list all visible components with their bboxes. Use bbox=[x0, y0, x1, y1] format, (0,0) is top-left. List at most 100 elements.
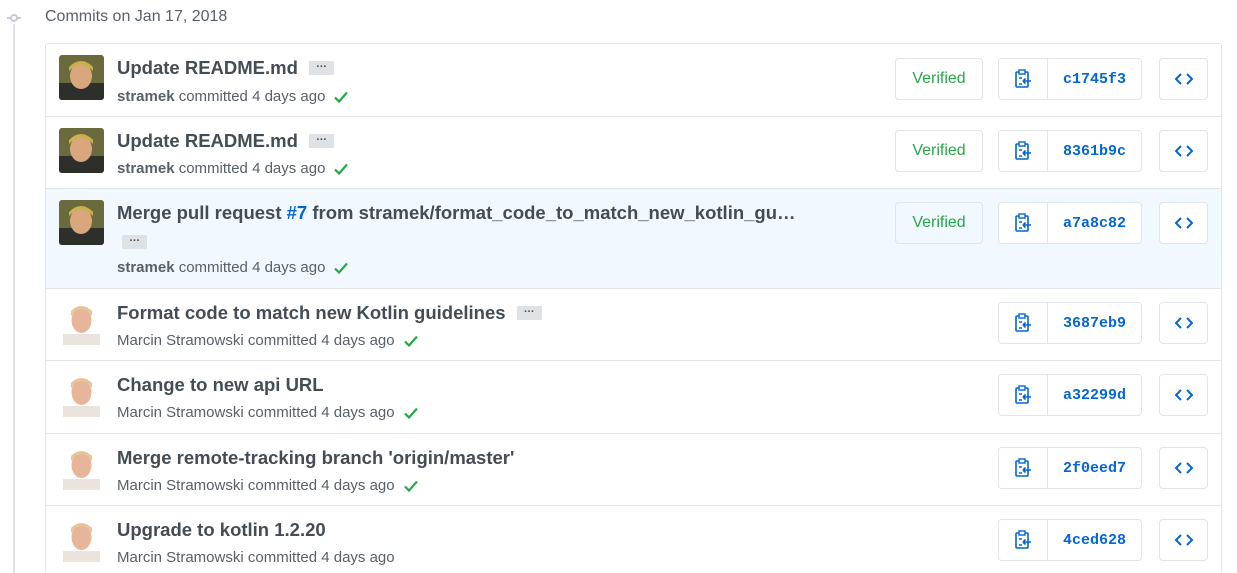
commit-sha-link[interactable]: a7a8c82 bbox=[1048, 203, 1141, 243]
commit-title: Update README.md … bbox=[117, 57, 334, 79]
commit-row: Change to new api URL Marcin Stramowski … bbox=[46, 361, 1221, 434]
copy-sha-button[interactable] bbox=[999, 303, 1048, 343]
sha-button-group: 3687eb9 bbox=[998, 302, 1142, 344]
check-icon[interactable] bbox=[403, 480, 418, 492]
commit-time: committed 4 days ago bbox=[247, 477, 395, 494]
verified-badge[interactable]: Verified bbox=[895, 202, 983, 244]
commit-message-link[interactable]: Merge remote-tracking branch 'origin/mas… bbox=[117, 447, 514, 469]
code-icon bbox=[1174, 317, 1193, 329]
avatar-marcin-stramowski[interactable] bbox=[59, 445, 104, 490]
sha-button-group: a7a8c82 bbox=[998, 202, 1142, 244]
sha-button-group: 4ced628 bbox=[998, 519, 1142, 561]
browse-files-button[interactable] bbox=[1159, 447, 1208, 489]
expand-ellipsis-button[interactable]: … bbox=[308, 132, 334, 148]
copy-sha-button[interactable] bbox=[999, 203, 1048, 243]
commit-author-link[interactable]: stramek bbox=[117, 160, 175, 177]
commit-time: committed 4 days ago bbox=[178, 259, 326, 276]
copy-sha-button[interactable] bbox=[999, 59, 1048, 99]
sha-button-group: a32299d bbox=[998, 374, 1142, 416]
copy-sha-button[interactable] bbox=[999, 131, 1048, 171]
code-icon bbox=[1174, 462, 1193, 474]
check-icon[interactable] bbox=[334, 163, 349, 175]
avatar-marcin-stramowski[interactable] bbox=[59, 372, 104, 417]
browse-files-button[interactable] bbox=[1159, 202, 1208, 244]
commit-group-title: Commits on Jan 17, 2018 bbox=[45, 8, 228, 25]
commit-message-link[interactable]: Format code to match new Kotlin guidelin… bbox=[117, 302, 506, 324]
clipboard-icon bbox=[1015, 530, 1031, 549]
avatar-stramek[interactable] bbox=[59, 128, 104, 173]
code-icon bbox=[1174, 145, 1193, 157]
browse-files-button[interactable] bbox=[1159, 58, 1208, 100]
commit-sha-link[interactable]: 4ced628 bbox=[1048, 520, 1141, 560]
commit-sha-link[interactable]: 3687eb9 bbox=[1048, 303, 1141, 343]
commit-title: Format code to match new Kotlin guidelin… bbox=[117, 302, 542, 324]
commit-title: Merge pull request #7 from stramek/forma… bbox=[117, 202, 796, 224]
check-icon[interactable] bbox=[334, 262, 349, 274]
code-icon bbox=[1174, 534, 1193, 546]
clipboard-icon bbox=[1015, 385, 1031, 404]
avatar-photo-icon bbox=[59, 200, 104, 245]
commit-author-link[interactable]: stramek bbox=[117, 88, 175, 105]
commit-author-link[interactable]: stramek bbox=[117, 259, 175, 276]
browse-files-button[interactable] bbox=[1159, 374, 1208, 416]
commit-message-prefix[interactable]: Merge pull request bbox=[117, 202, 287, 224]
commit-time: committed 4 days ago bbox=[247, 404, 395, 421]
commit-list: Update README.md … stramek committed 4 d… bbox=[45, 43, 1222, 573]
avatar-photo-icon bbox=[59, 517, 104, 562]
commit-message-suffix[interactable]: from stramek/format_code_to_match_new_ko… bbox=[307, 202, 795, 224]
sha-button-group: 8361b9c bbox=[998, 130, 1142, 172]
browse-files-button[interactable] bbox=[1159, 130, 1208, 172]
commit-time: committed 4 days ago bbox=[178, 160, 326, 177]
pull-request-link[interactable]: #7 bbox=[287, 202, 308, 224]
commit-title: Merge remote-tracking branch 'origin/mas… bbox=[117, 447, 514, 469]
commit-sha-link[interactable]: c1745f3 bbox=[1048, 59, 1141, 99]
avatar-stramek[interactable] bbox=[59, 55, 104, 100]
expand-ellipsis-button[interactable]: … bbox=[122, 233, 147, 249]
commit-sha-link[interactable]: 8361b9c bbox=[1048, 131, 1141, 171]
timeline-rail bbox=[13, 24, 15, 573]
expand-ellipsis-button[interactable]: … bbox=[516, 304, 542, 320]
check-icon[interactable] bbox=[334, 91, 349, 103]
expand-ellipsis-button[interactable]: … bbox=[308, 59, 334, 75]
commit-sha-link[interactable]: a32299d bbox=[1048, 375, 1141, 415]
code-icon bbox=[1174, 389, 1193, 401]
commit-sha-link[interactable]: 2f0eed7 bbox=[1048, 448, 1141, 488]
commits-page: Commits on Jan 17, 2018 Update README.md… bbox=[0, 0, 1237, 573]
avatar-marcin-stramowski[interactable] bbox=[59, 517, 104, 562]
copy-sha-button[interactable] bbox=[999, 448, 1048, 488]
commit-title: Change to new api URL bbox=[117, 374, 324, 396]
avatar-photo-icon bbox=[59, 445, 104, 490]
commit-message-link[interactable]: Upgrade to kotlin 1.2.20 bbox=[117, 519, 326, 541]
clipboard-icon bbox=[1015, 69, 1031, 88]
commit-message-link[interactable]: Update README.md bbox=[117, 57, 298, 79]
browse-files-button[interactable] bbox=[1159, 519, 1208, 561]
avatar-photo-icon bbox=[59, 128, 104, 173]
verified-badge[interactable]: Verified bbox=[895, 130, 983, 172]
commit-title: Update README.md … bbox=[117, 130, 334, 152]
commit-row: Upgrade to kotlin 1.2.20 Marcin Stramows… bbox=[46, 506, 1221, 573]
avatar-photo-icon bbox=[59, 300, 104, 345]
avatar-marcin-stramowski[interactable] bbox=[59, 300, 104, 345]
commit-message-link[interactable]: Update README.md bbox=[117, 130, 298, 152]
commit-row: Merge remote-tracking branch 'origin/mas… bbox=[46, 434, 1221, 506]
copy-sha-button[interactable] bbox=[999, 520, 1048, 560]
clipboard-icon bbox=[1015, 458, 1031, 477]
avatar-stramek[interactable] bbox=[59, 200, 104, 245]
commit-row: Update README.md … stramek committed 4 d… bbox=[46, 44, 1221, 117]
verified-badge[interactable]: Verified bbox=[895, 58, 983, 100]
commit-row: Format code to match new Kotlin guidelin… bbox=[46, 289, 1221, 361]
commit-time: committed 4 days ago bbox=[247, 549, 395, 566]
sha-button-group: c1745f3 bbox=[998, 58, 1142, 100]
commit-row: Merge pull request #7 from stramek/forma… bbox=[46, 189, 1221, 289]
commit-message-link[interactable]: Change to new api URL bbox=[117, 374, 324, 396]
commit-author-name: Marcin Stramowski bbox=[117, 332, 244, 349]
commit-author-name: Marcin Stramowski bbox=[117, 477, 244, 494]
check-icon[interactable] bbox=[403, 407, 418, 419]
avatar-photo-icon bbox=[59, 55, 104, 100]
browse-files-button[interactable] bbox=[1159, 302, 1208, 344]
commit-title: Upgrade to kotlin 1.2.20 bbox=[117, 519, 326, 541]
copy-sha-button[interactable] bbox=[999, 375, 1048, 415]
commit-author-name: Marcin Stramowski bbox=[117, 404, 244, 421]
check-icon[interactable] bbox=[403, 335, 418, 347]
clipboard-icon bbox=[1015, 213, 1031, 232]
